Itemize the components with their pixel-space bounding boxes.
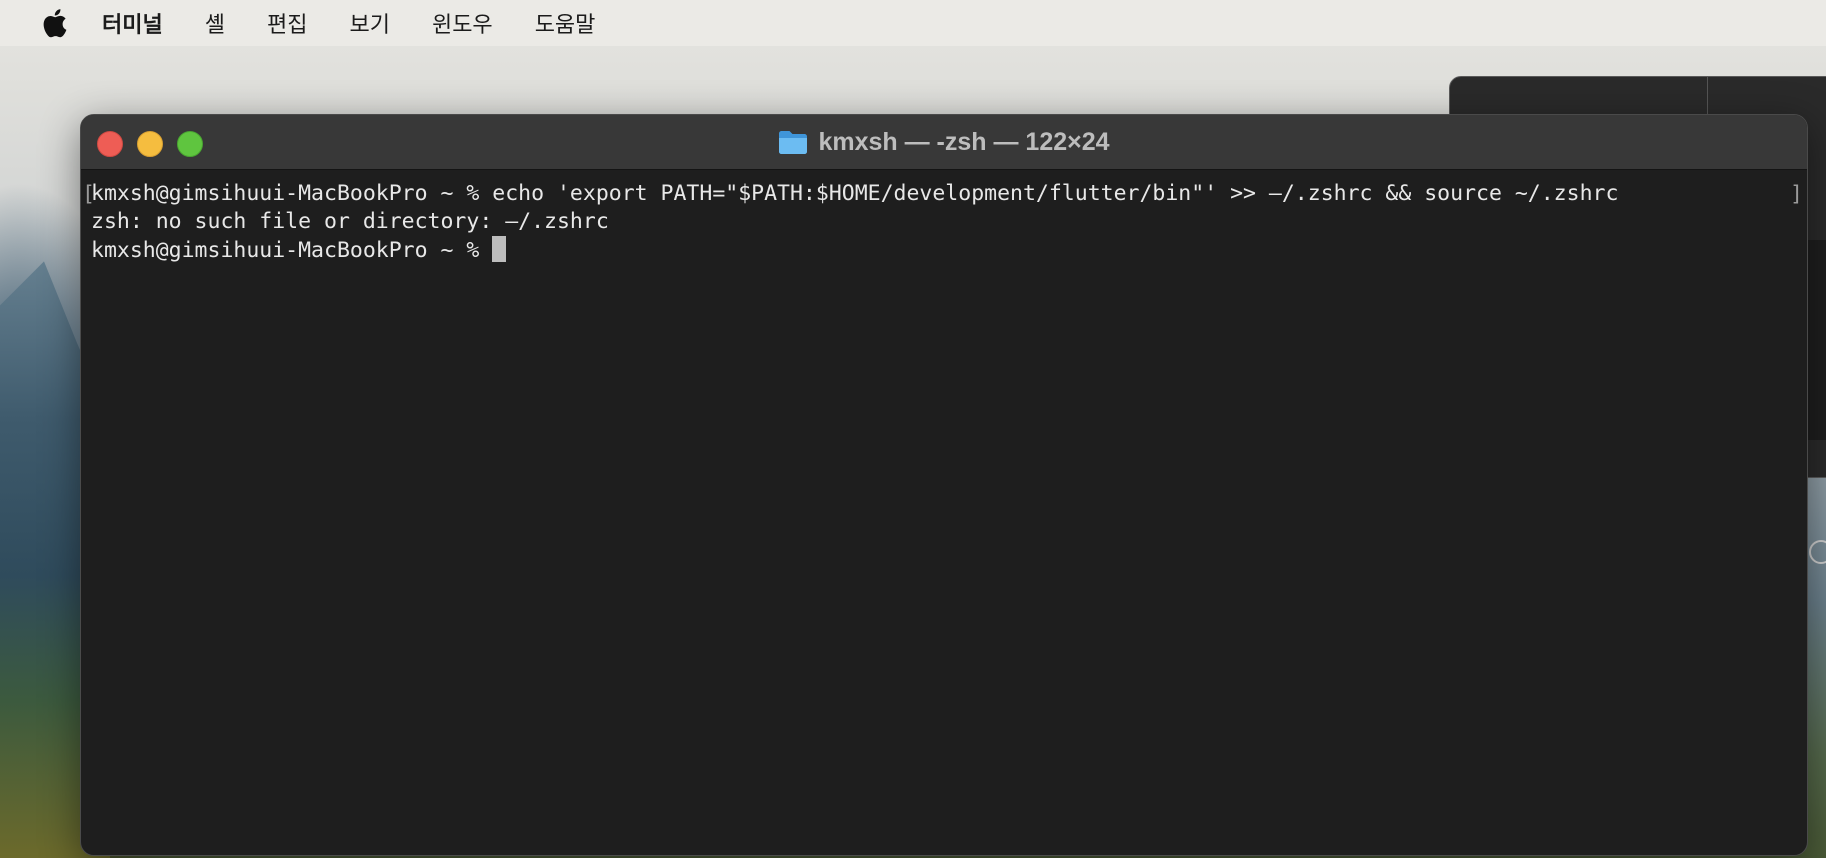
menu-view[interactable]: 보기 — [349, 7, 389, 39]
terminal-titlebar[interactable]: kmxsh — -zsh — 122×24 — [81, 115, 1807, 170]
terminal-line-command: kmxsh@gimsihuui-MacBookPro ~ % echo 'exp… — [91, 181, 1619, 206]
window-title-text: kmxsh — -zsh — 122×24 — [818, 127, 1110, 156]
menu-help[interactable]: 도움말 — [535, 7, 596, 39]
background-window-divider — [1707, 77, 1708, 117]
window-title: kmxsh — -zsh — 122×24 — [81, 115, 1807, 169]
prompt-text: kmxsh@gimsihuui-MacBookPro ~ % — [91, 238, 493, 263]
menu-shell[interactable]: 셸 — [205, 7, 225, 39]
apple-logo-icon[interactable] — [40, 7, 68, 39]
menu-window[interactable]: 윈도우 — [432, 7, 493, 39]
line-marker-right: ] — [1790, 182, 1803, 207]
circle-icon[interactable] — [1809, 540, 1826, 564]
terminal-window[interactable]: kmxsh — -zsh — 122×24 [ ] kmxsh@gimsihuu… — [80, 114, 1808, 856]
folder-icon — [778, 129, 808, 155]
menu-edit[interactable]: 편집 — [267, 7, 307, 39]
text-cursor — [492, 236, 507, 262]
menu-bar: 터미널 셸 편집 보기 윈도우 도움말 — [0, 0, 1826, 46]
terminal-line-error: zsh: no such file or directory: –/.zshrc — [91, 209, 609, 234]
background-window-edge — [1808, 240, 1826, 440]
terminal-line-prompt[interactable]: kmxsh@gimsihuui-MacBookPro ~ % — [91, 236, 507, 264]
terminal-output[interactable]: [ ] kmxsh@gimsihuui-MacBookPro ~ % echo … — [81, 170, 1807, 855]
menu-terminal[interactable]: 터미널 — [102, 7, 163, 39]
